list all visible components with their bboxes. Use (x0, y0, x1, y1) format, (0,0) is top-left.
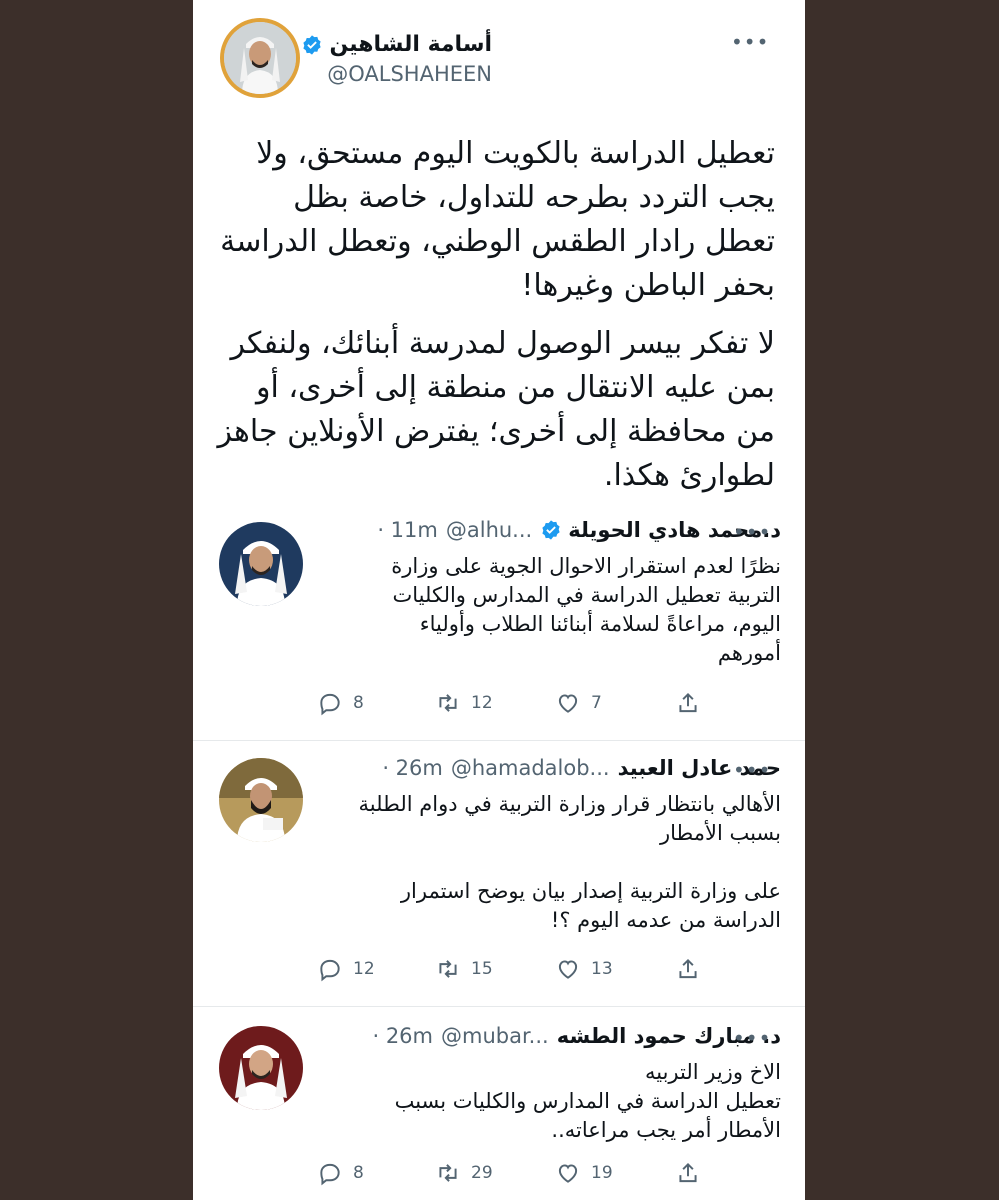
reply-count: 12 (353, 959, 375, 979)
reply-tweet[interactable]: حمد عادل العبيد @hamadalob... · 26m ••• … (193, 742, 805, 1004)
heart-icon (558, 1164, 578, 1183)
reply-actions: 12 15 13 (193, 956, 805, 986)
tweet-panel: أسامة الشاهين @OALSHAHEEN ••• تعطيل الدر… (193, 0, 805, 1200)
reply-avatar[interactable] (219, 758, 303, 842)
share-button[interactable] (675, 956, 711, 982)
main-author-name[interactable]: أسامة الشاهين (301, 32, 492, 57)
main-tweet-text: تعطيل الدراسة بالكويت اليوم مستحق، ولا ي… (215, 132, 776, 512)
reply-tweet[interactable]: د. مبارك حمود الطشه @mubar... · 26m ••• … (193, 1008, 805, 1200)
like-button[interactable]: 7 (555, 690, 602, 716)
verified-badge-icon (303, 34, 322, 55)
share-icon (679, 1162, 697, 1183)
reply-button[interactable]: 8 (317, 1160, 364, 1186)
retweet-icon (439, 960, 457, 978)
like-button[interactable]: 19 (555, 1160, 613, 1186)
reply-actions: 8 12 7 (193, 690, 805, 720)
reply-avatar[interactable] (219, 1026, 303, 1110)
retweet-button[interactable]: 29 (435, 1160, 493, 1186)
reply-header: د.محمد هادي الحويلة @alhu... · 11m (377, 518, 781, 542)
main-tweet-paragraph: تعطيل الدراسة بالكويت اليوم مستحق، ولا ي… (220, 136, 775, 303)
like-count: 19 (591, 1163, 613, 1183)
share-icon (679, 692, 697, 713)
like-button[interactable]: 13 (555, 956, 613, 982)
share-button[interactable] (675, 690, 711, 716)
main-avatar[interactable] (220, 18, 300, 98)
more-icon[interactable]: ••• (733, 520, 771, 544)
divider (193, 1006, 805, 1007)
reply-icon (320, 1163, 340, 1186)
divider (193, 740, 805, 741)
reply-header: د. مبارك حمود الطشه @mubar... · 26m (372, 1024, 781, 1048)
retweet-icon (439, 1164, 457, 1182)
main-tweet-header: أسامة الشاهين @OALSHAHEEN ••• (193, 0, 805, 110)
more-icon[interactable]: ••• (733, 1026, 771, 1050)
more-icon[interactable]: ••• (731, 30, 769, 54)
retweet-count: 15 (471, 959, 493, 979)
reply-header: حمد عادل العبيد @hamadalob... · 26m (382, 756, 781, 780)
like-count: 13 (591, 959, 613, 979)
main-author-handle[interactable]: @OALSHAHEEN (327, 62, 492, 86)
reply-avatar[interactable] (219, 522, 303, 606)
reply-text: نظرًا لعدم استقرار الاحوال الجوية على وز… (391, 554, 781, 665)
person-portrait-icon (219, 1026, 303, 1110)
reply-timestamp[interactable]: · 26m (382, 756, 443, 780)
heart-icon (558, 960, 578, 979)
main-tweet-paragraph: لا تفكر بيسر الوصول لمدرسة أبنائك، ولنفك… (217, 326, 776, 493)
retweet-count: 29 (471, 1163, 493, 1183)
reply-timestamp[interactable]: · 26m (372, 1024, 433, 1048)
share-icon (679, 958, 697, 979)
reply-author-handle[interactable]: @alhu... (446, 518, 532, 542)
verified-badge-icon (542, 520, 560, 540)
reply-text: الاخ وزير التربيه تعطيل الدراسة في المدا… (394, 1060, 781, 1142)
person-portrait-icon (224, 22, 296, 94)
reply-actions: 8 29 19 (193, 1160, 805, 1190)
retweet-button[interactable]: 15 (435, 956, 493, 982)
reply-button[interactable]: 8 (317, 690, 364, 716)
reply-icon (320, 959, 340, 982)
more-icon[interactable]: ••• (733, 758, 771, 782)
like-count: 7 (591, 693, 602, 713)
reply-timestamp[interactable]: · 11m (377, 518, 438, 542)
reply-count: 8 (353, 693, 364, 713)
retweet-icon (439, 694, 457, 712)
heart-icon (558, 694, 578, 713)
reply-text: الأهالي بانتظار قرار وزارة التربية في دو… (358, 792, 781, 932)
share-button[interactable] (675, 1160, 711, 1186)
person-portrait-icon (219, 758, 303, 842)
reply-icon (320, 693, 340, 716)
retweet-button[interactable]: 12 (435, 690, 493, 716)
reply-author-handle[interactable]: @mubar... (441, 1024, 549, 1048)
retweet-count: 12 (471, 693, 493, 713)
reply-count: 8 (353, 1163, 364, 1183)
main-author-name-text: أسامة الشاهين (329, 32, 492, 57)
reply-author-handle[interactable]: @hamadalob... (451, 756, 610, 780)
reply-button[interactable]: 12 (317, 956, 375, 982)
person-portrait-icon (219, 522, 303, 606)
reply-tweet[interactable]: د.محمد هادي الحويلة @alhu... · 11m ••• ن… (193, 508, 805, 740)
